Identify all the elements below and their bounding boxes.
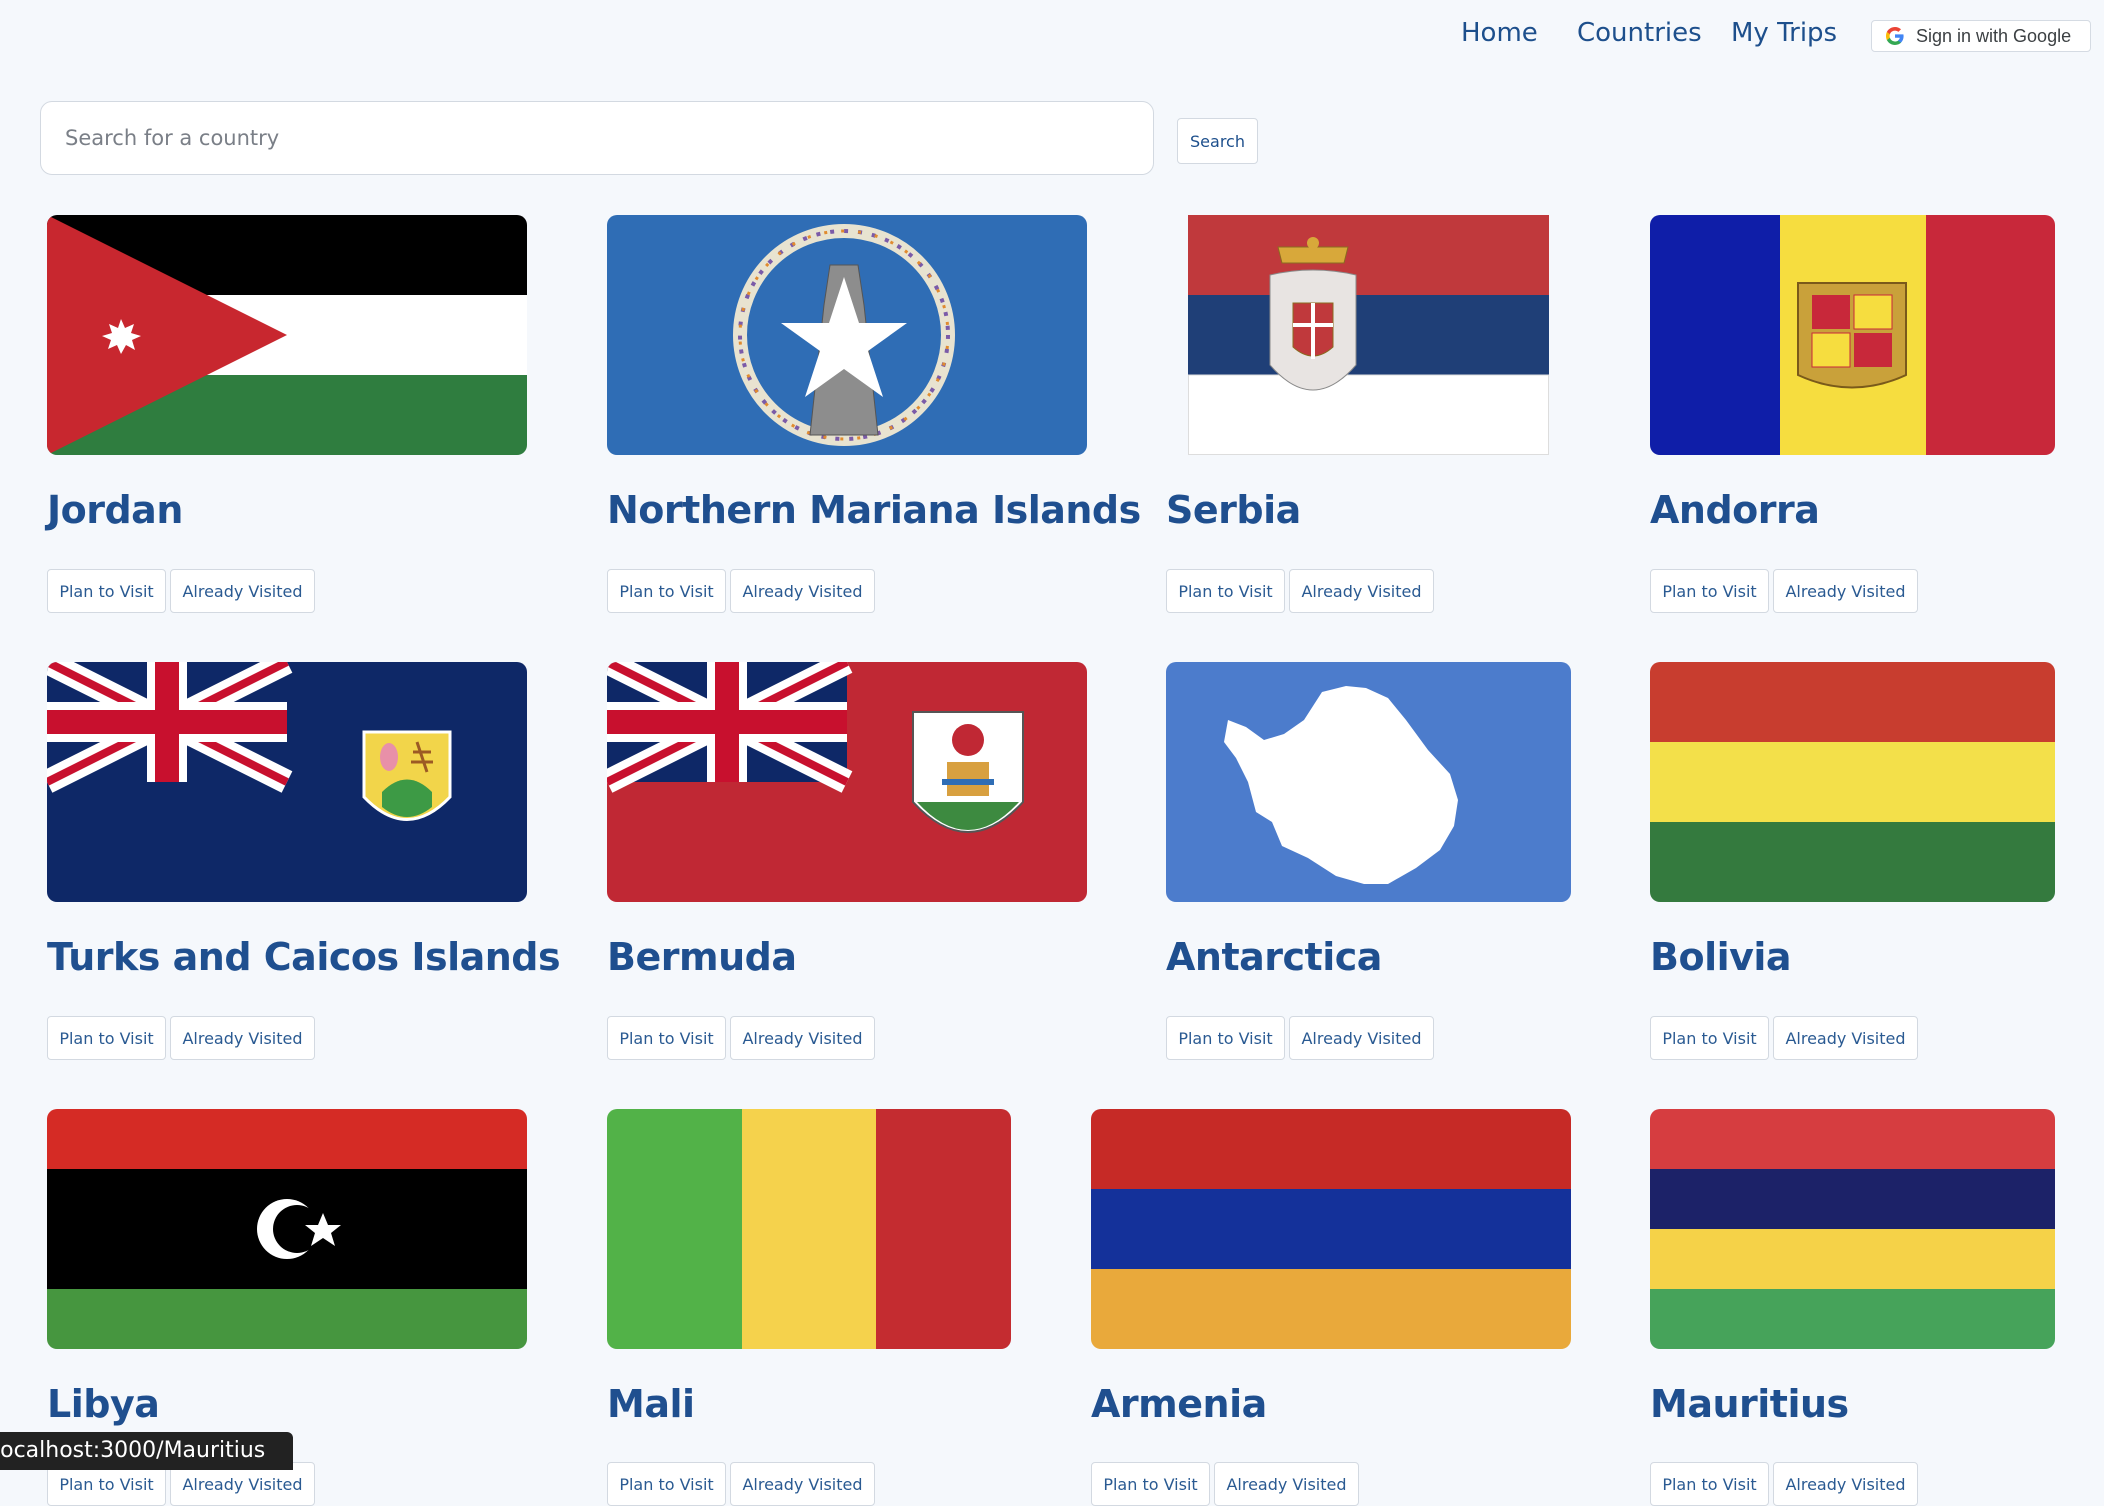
- serbia-flag[interactable]: [1188, 215, 1549, 455]
- country-name[interactable]: Turks and Caicos Islands: [47, 935, 561, 979]
- plan-to-visit-button[interactable]: Plan to Visit: [607, 1016, 726, 1060]
- plan-to-visit-button[interactable]: Plan to Visit: [1166, 569, 1285, 613]
- search-button[interactable]: Search: [1177, 118, 1258, 164]
- antarctica-flag[interactable]: [1166, 662, 1571, 902]
- already-visited-button[interactable]: Already Visited: [1289, 569, 1434, 613]
- already-visited-button[interactable]: Already Visited: [1773, 1016, 1918, 1060]
- search-input[interactable]: [40, 101, 1154, 175]
- top-navbar: Home Countries My Trips Sign in with Goo…: [0, 0, 2104, 75]
- mali-flag[interactable]: [607, 1109, 1011, 1349]
- country-name[interactable]: Jordan: [47, 488, 183, 532]
- country-name[interactable]: Antarctica: [1166, 935, 1382, 979]
- mauritius-flag[interactable]: [1650, 1109, 2055, 1349]
- link-status-bar: localhost:3000/Mauritius: [0, 1432, 293, 1470]
- country-name[interactable]: Northern Mariana Islands: [607, 488, 1141, 532]
- already-visited-button[interactable]: Already Visited: [730, 1016, 875, 1060]
- plan-to-visit-button[interactable]: Plan to Visit: [1650, 1462, 1769, 1506]
- country-name[interactable]: Bolivia: [1650, 935, 1792, 979]
- plan-to-visit-button[interactable]: Plan to Visit: [47, 1016, 166, 1060]
- northern-mariana-islands-flag[interactable]: [607, 215, 1087, 455]
- already-visited-button[interactable]: Already Visited: [1289, 1016, 1434, 1060]
- country-name[interactable]: Mali: [607, 1382, 695, 1426]
- country-name[interactable]: Serbia: [1166, 488, 1301, 532]
- already-visited-button[interactable]: Already Visited: [730, 1462, 875, 1506]
- nav-my-trips-link[interactable]: My Trips: [1731, 18, 1837, 48]
- google-signin-label: Sign in with Google: [1916, 25, 2072, 46]
- country-name[interactable]: Libya: [47, 1382, 160, 1426]
- country-name[interactable]: Armenia: [1091, 1382, 1267, 1426]
- already-visited-button[interactable]: Already Visited: [1773, 569, 1918, 613]
- libya-flag[interactable]: [47, 1109, 527, 1349]
- plan-to-visit-button[interactable]: Plan to Visit: [607, 569, 726, 613]
- plan-to-visit-button[interactable]: Plan to Visit: [1091, 1462, 1210, 1506]
- country-name[interactable]: Andorra: [1650, 488, 1820, 532]
- andorra-flag[interactable]: [1650, 215, 2055, 455]
- nav-home-link[interactable]: Home: [1461, 18, 1538, 48]
- plan-to-visit-button[interactable]: Plan to Visit: [1650, 569, 1769, 613]
- plan-to-visit-button[interactable]: Plan to Visit: [47, 569, 166, 613]
- already-visited-button[interactable]: Already Visited: [730, 569, 875, 613]
- already-visited-button[interactable]: Already Visited: [1773, 1462, 1918, 1506]
- already-visited-button[interactable]: Already Visited: [1214, 1462, 1359, 1506]
- bolivia-flag[interactable]: [1650, 662, 2055, 902]
- armenia-flag[interactable]: [1091, 1109, 1571, 1349]
- turks-and-caicos-flag[interactable]: [47, 662, 527, 902]
- plan-to-visit-button[interactable]: Plan to Visit: [607, 1462, 726, 1506]
- country-name[interactable]: Bermuda: [607, 935, 797, 979]
- bermuda-flag[interactable]: [607, 662, 1087, 902]
- plan-to-visit-button[interactable]: Plan to Visit: [1650, 1016, 1769, 1060]
- jordan-flag[interactable]: [47, 215, 527, 455]
- plan-to-visit-button[interactable]: Plan to Visit: [1166, 1016, 1285, 1060]
- google-signin-button[interactable]: Sign in with Google: [1871, 20, 2091, 52]
- already-visited-button[interactable]: Already Visited: [170, 569, 315, 613]
- google-icon: [1886, 27, 1904, 45]
- already-visited-button[interactable]: Already Visited: [170, 1016, 315, 1060]
- nav-countries-link[interactable]: Countries: [1577, 18, 1702, 48]
- country-name[interactable]: Mauritius: [1650, 1382, 1849, 1426]
